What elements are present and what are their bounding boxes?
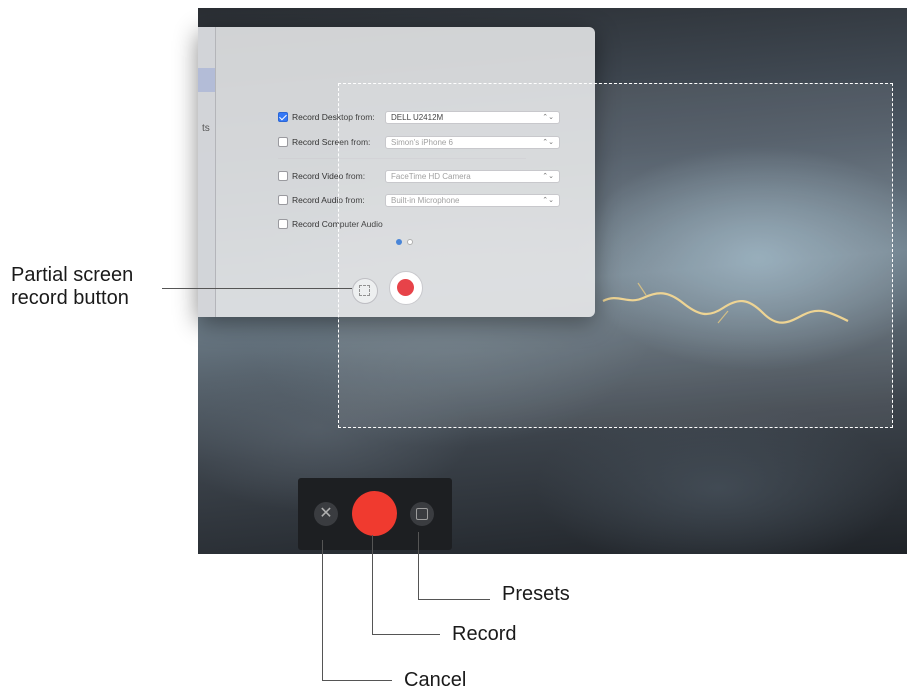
callout-record: Record [452,623,517,645]
record-video-checkbox[interactable] [278,171,288,181]
presets-button[interactable] [410,502,434,526]
sidebar [198,27,216,317]
callout-partial-screen: Partial screen record button [11,264,133,310]
callout-cancel: Cancel [404,669,467,691]
record-button[interactable] [352,491,397,536]
partial-selection-area[interactable] [338,83,893,428]
square-icon [416,508,428,520]
sidebar-selected-item[interactable] [198,68,215,92]
leader-line-record-v [372,535,373,635]
leader-line-presets-v [418,532,419,600]
close-icon: ✕ [319,505,333,522]
record-desktop-checkbox[interactable] [278,112,288,122]
callout-presets: Presets [502,583,570,605]
record-computer-audio-checkbox[interactable] [278,219,288,229]
cancel-button[interactable]: ✕ [314,502,338,526]
leader-line-record-h [372,634,440,635]
callout-partial-line2: record button [11,287,129,309]
record-audio-checkbox[interactable] [278,195,288,205]
sidebar-label-fragment: ts [202,123,210,134]
leader-line-cancel-v [322,540,323,681]
leader-line-partial [162,288,352,289]
leader-line-presets-h [418,599,490,600]
record-screen-checkbox[interactable] [278,137,288,147]
leader-line-cancel-h [322,680,392,681]
callout-partial-line1: Partial screen [11,264,134,286]
